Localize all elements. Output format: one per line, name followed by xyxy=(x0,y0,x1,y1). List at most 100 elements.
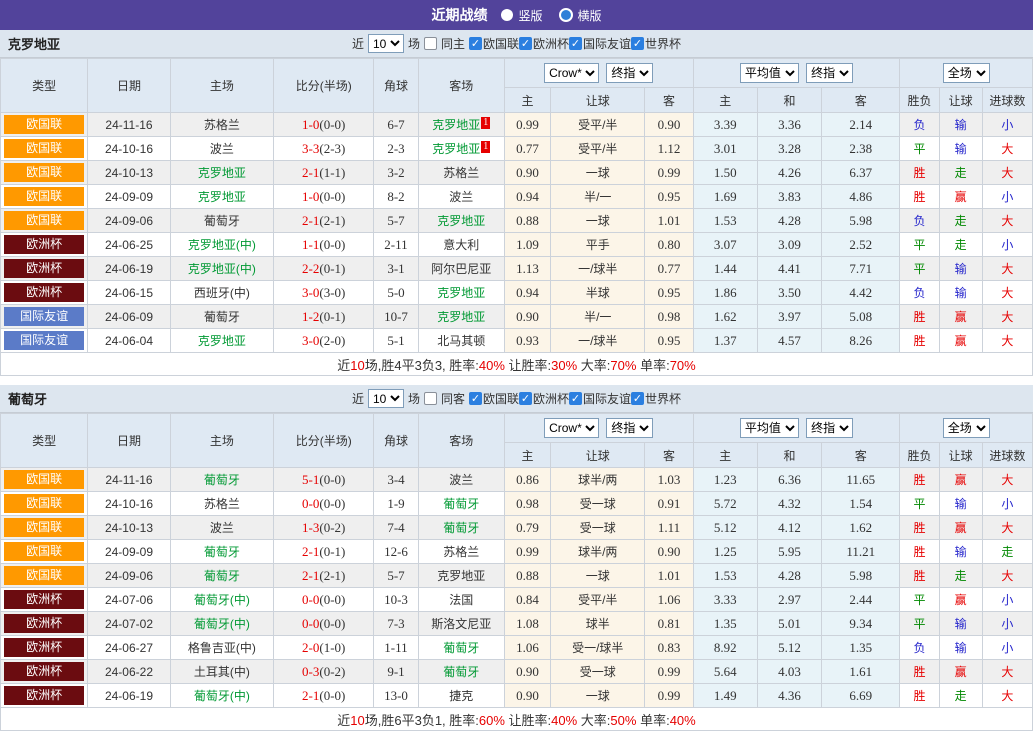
league-filter[interactable]: 世界杯 xyxy=(631,390,681,407)
table-row: 欧国联 24-10-13 克罗地亚 2-1(1-1) 3-2 苏格兰 0.90 … xyxy=(0,160,1033,185)
odds-home-cell: 1.09 xyxy=(503,232,552,257)
avg-group-header: 平均值 终指 xyxy=(692,58,901,88)
checkbox-checked-icon[interactable] xyxy=(569,392,583,405)
result-goals-value: 大 xyxy=(1001,214,1014,228)
table-row: 欧洲杯 24-06-19 克罗地亚(中) 2-2(0-1) 3-1 阿尔巴尼亚 … xyxy=(0,256,1033,281)
home-team-name: 克罗地亚(中) xyxy=(187,238,256,252)
same-venue-checkbox[interactable] xyxy=(423,37,437,50)
avg-home-cell: 3.33 xyxy=(692,587,758,612)
result-goals: 大 xyxy=(981,136,1033,161)
checkbox-checked-icon[interactable] xyxy=(468,37,482,50)
league-filter[interactable]: 世界杯 xyxy=(631,35,681,52)
odds-handicap-cell: 受一球 xyxy=(550,659,646,684)
league-cell: 欧国联 xyxy=(0,563,89,588)
league-filter[interactable]: 欧国联 xyxy=(468,35,519,52)
avg-draw-cell: 2.97 xyxy=(756,587,823,612)
col-odds-away: 客 xyxy=(644,87,694,113)
avg-time-select[interactable]: 终指 xyxy=(806,418,854,438)
away-team: 法国 xyxy=(417,587,505,612)
score-cell: 2-1(1-1) xyxy=(273,160,375,185)
corner-cell: 2-3 xyxy=(373,136,419,161)
odds-time-select[interactable]: 终指 xyxy=(606,63,654,83)
avg-draw-cell: 4.41 xyxy=(756,256,823,281)
odds-company-select[interactable]: Crow* xyxy=(544,418,600,438)
away-team-name: 波兰 xyxy=(449,473,474,487)
result-winlose: 胜 xyxy=(899,184,940,209)
league-filter[interactable]: 国际友谊 xyxy=(569,390,631,407)
col-date: 日期 xyxy=(87,58,171,113)
team-name: 葡萄牙 xyxy=(8,392,48,407)
avg-home-cell: 3.39 xyxy=(692,112,758,137)
result-handicap-value: 赢 xyxy=(954,521,967,535)
checkbox-checked-icon[interactable] xyxy=(631,392,645,405)
league-badge: 欧洲杯 xyxy=(4,283,85,302)
corner-cell: 8-2 xyxy=(373,184,419,209)
match-count-select[interactable]: 10 xyxy=(367,34,404,53)
league-badge: 欧国联 xyxy=(4,163,85,182)
radio-vertical[interactable]: 竖版 xyxy=(501,7,543,24)
summary-text: 近10场,胜6平3负1, 胜率:60% 让胜率:40% 大率:50% 单率:40… xyxy=(337,713,695,728)
odds-handicap-cell: 球半/两 xyxy=(550,539,646,564)
odds-handicap-cell: 受平/半 xyxy=(550,112,646,137)
result-handicap: 输 xyxy=(938,280,983,305)
checkbox-checked-icon[interactable] xyxy=(569,37,583,50)
result-winlose-value: 胜 xyxy=(913,569,926,583)
same-venue-label: 同客 xyxy=(440,392,465,406)
halftime-score: (0-1) xyxy=(319,308,346,324)
match-count-select[interactable]: 10 xyxy=(367,389,404,408)
checkbox-checked-icon[interactable] xyxy=(468,392,482,405)
result-handicap: 输 xyxy=(938,256,983,281)
col-score: 比分(半场) xyxy=(273,58,375,113)
checkbox-checked-icon[interactable] xyxy=(631,37,645,50)
result-winlose: 负 xyxy=(899,635,940,660)
fulltime-select[interactable]: 全场 xyxy=(942,418,990,438)
away-team-name: 克罗地亚 xyxy=(437,286,486,300)
near-label: 近 xyxy=(351,37,364,51)
fulltime-score: 3-3 xyxy=(302,140,320,156)
league-filter[interactable]: 欧国联 xyxy=(468,390,519,407)
away-team: 葡萄牙 xyxy=(417,659,505,684)
odds-company-select[interactable]: Crow* xyxy=(544,63,600,83)
portugal-results-table: 类型 日期 主场 比分(半场) 角球 客场 Crow* 终指 平均值 终指 全场… xyxy=(0,413,1033,731)
table-row: 欧国联 24-11-16 葡萄牙 5-1(0-0) 3-4 波兰 0.86 球半… xyxy=(0,467,1033,492)
result-winlose: 胜 xyxy=(899,304,940,329)
checkbox-checked-icon[interactable] xyxy=(519,392,532,405)
result-winlose: 负 xyxy=(899,208,940,233)
score-cell: 2-1(0-1) xyxy=(273,539,375,564)
league-filter[interactable]: 欧洲杯 xyxy=(519,35,569,52)
fulltime-score: 2-1 xyxy=(302,687,320,703)
result-goals: 大 xyxy=(981,256,1033,281)
league-filter-label: 欧国联 xyxy=(482,37,519,51)
avg-select[interactable]: 平均值 xyxy=(739,63,799,83)
result-winlose: 平 xyxy=(899,587,940,612)
avg-home-cell: 5.72 xyxy=(692,491,758,516)
result-goals-value: 走 xyxy=(1001,545,1014,559)
radio-horizontal[interactable]: 横版 xyxy=(558,7,602,24)
odds-handicap-cell: 一球 xyxy=(550,563,646,588)
col-avg-away: 客 xyxy=(821,442,901,468)
score-cell: 0-0(0-0) xyxy=(273,491,375,516)
avg-time-select[interactable]: 终指 xyxy=(806,63,854,83)
result-winlose: 平 xyxy=(899,491,940,516)
same-venue-checkbox[interactable] xyxy=(423,392,437,405)
avg-select[interactable]: 平均值 xyxy=(739,418,799,438)
croatia-results-table: 类型 日期 主场 比分(半场) 角球 客场 Crow* 终指 平均值 终指 全场… xyxy=(0,58,1033,376)
avg-away-cell: 1.54 xyxy=(821,491,901,516)
result-goals-value: 大 xyxy=(1001,262,1014,276)
avg-draw-cell: 4.32 xyxy=(756,491,823,516)
odds-handicap-cell: 球半/两 xyxy=(550,467,646,492)
checkbox-checked-icon[interactable] xyxy=(519,37,532,50)
home-team-name: 克罗地亚 xyxy=(197,334,246,348)
fulltime-select[interactable]: 全场 xyxy=(942,63,990,83)
summary-segment: 近 xyxy=(337,712,351,728)
result-goals-value: 小 xyxy=(1001,593,1014,607)
odds-time-select[interactable]: 终指 xyxy=(606,418,654,438)
radio-unselected-icon[interactable] xyxy=(501,9,514,21)
league-filter[interactable]: 国际友谊 xyxy=(569,35,631,52)
home-team: 克罗地亚 xyxy=(169,160,275,185)
table-row: 国际友谊 24-06-09 葡萄牙 1-2(0-1) 10-7 克罗地亚 0.9… xyxy=(0,304,1033,329)
odds-away-cell: 0.95 xyxy=(644,280,694,305)
result-handicap: 赢 xyxy=(938,515,983,540)
radio-selected-icon[interactable] xyxy=(558,8,573,22)
league-filter[interactable]: 欧洲杯 xyxy=(519,390,569,407)
